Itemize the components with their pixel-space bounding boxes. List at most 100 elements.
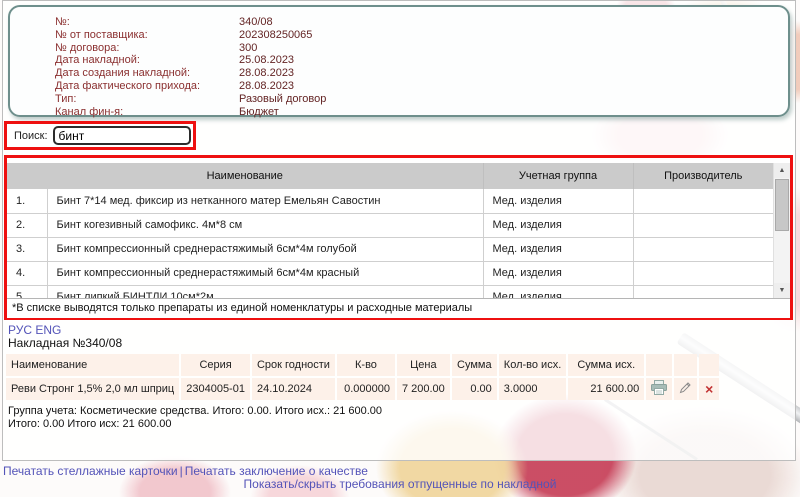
info-value: 28.08.2023: [239, 67, 294, 79]
row-manufacturer: [633, 261, 773, 285]
nomenclature-table: Наименование Учетная группа Производител…: [7, 163, 773, 298]
item-qty-out: 3.0000: [499, 378, 566, 400]
search-input[interactable]: [53, 126, 191, 145]
invoice-col-qty-out: Кол-во исх.: [499, 354, 566, 376]
print-shelf-cards-link[interactable]: Печатать стеллажные карточки: [3, 464, 178, 478]
print-quality-conclusion-link[interactable]: Печатать заключение о качестве: [185, 464, 368, 478]
table-row[interactable]: 3. Бинт компрессионный среднерастяжимый …: [7, 237, 773, 261]
row-number: 5.: [7, 285, 47, 298]
invoice-col-price: Цена: [397, 354, 450, 376]
info-row-type: Тип: Разовый договор: [10, 93, 788, 106]
row-name[interactable]: Бинт компрессионный среднерастяжимый 6см…: [47, 261, 483, 285]
info-row-contract-number: № договора: 300: [10, 42, 788, 55]
info-value: 25.08.2023: [239, 54, 294, 66]
info-row-supplier-number: № от поставщика: 202308250065: [10, 29, 788, 42]
row-name[interactable]: Бинт 7*14 мед. фиксир из нетканного мате…: [47, 189, 483, 213]
invoice-col-edit: [674, 354, 697, 376]
info-value: 202308250065: [239, 29, 312, 41]
table-row[interactable]: 5. Бинт липкий БИНТЛИ 10см*2м Мед. издел…: [7, 285, 773, 298]
delete-row-button[interactable]: ×: [699, 378, 719, 400]
search-results-viewport: Наименование Учетная группа Производител…: [7, 163, 790, 298]
delete-icon: ×: [705, 381, 713, 397]
info-row-actual-arrival-date: Дата фактического прихода: 28.08.2023: [10, 80, 788, 93]
link-separator: |: [180, 464, 183, 478]
item-price: 7 200.00: [397, 378, 450, 400]
invoice-col-expiry: Срок годности: [252, 354, 335, 376]
column-header-manufacturer[interactable]: Производитель: [633, 163, 773, 189]
scrollbar-thumb[interactable]: [775, 179, 789, 231]
info-row-funding-channel: Канал фин-я: Бюджет: [10, 106, 788, 119]
info-label: № от поставщика:: [55, 29, 148, 41]
invoice-col-delete: [699, 354, 719, 376]
info-label: № договора:: [55, 42, 119, 54]
info-label: Дата фактического прихода:: [55, 80, 200, 92]
item-qty: 0.000000: [337, 378, 395, 400]
column-header-group[interactable]: Учетная группа: [483, 163, 633, 189]
row-manufacturer: [633, 213, 773, 237]
row-manufacturer: [633, 189, 773, 213]
row-name[interactable]: Бинт когезивный самофикс. 4м*8 см: [47, 213, 483, 237]
item-expiry: 24.10.2024: [252, 378, 335, 400]
main-container: №: 340/08 № от поставщика: 202308250065 …: [2, 0, 796, 461]
column-header-name[interactable]: Наименование: [7, 163, 483, 189]
info-label: Дата создания накладной:: [55, 67, 190, 79]
item-sum: 0.00: [452, 378, 497, 400]
lang-rus-link[interactable]: РУС: [8, 323, 32, 337]
toggle-requirements-link[interactable]: Показать/скрыть требования отпущенные по…: [244, 477, 557, 491]
info-row-invoice-date: Дата накладной: 25.08.2023: [10, 54, 788, 67]
toggle-requirements-link-wrap: Показать/скрыть требования отпущенные по…: [0, 477, 800, 491]
row-manufacturer: [633, 237, 773, 261]
table-header-row: Наименование Учетная группа Производител…: [7, 163, 773, 189]
row-group: Мед. изделия: [483, 261, 633, 285]
row-group: Мед. изделия: [483, 213, 633, 237]
search-label: Поиск:: [14, 130, 48, 142]
invoice-col-print: [646, 354, 672, 376]
info-label: Канал фин-я:: [55, 106, 123, 118]
row-group: Мед. изделия: [483, 237, 633, 261]
scrollbar-down-icon[interactable]: ▼: [774, 283, 790, 298]
vertical-scrollbar[interactable]: ▲ ▼: [773, 163, 790, 298]
search-results-panel: Наименование Учетная группа Производител…: [4, 155, 793, 320]
group-total-line: Группа учета: Косметические средства. Ит…: [8, 405, 382, 417]
row-number: 1.: [7, 189, 47, 213]
print-row-button[interactable]: [646, 378, 672, 400]
info-value: 340/08: [239, 16, 273, 28]
lang-eng-link[interactable]: ENG: [35, 323, 61, 337]
row-name[interactable]: Бинт компрессионный среднерастяжимый 6см…: [47, 237, 483, 261]
invoice-col-name: Наименование: [6, 354, 179, 376]
invoice-col-sum-out: Сумма исх.: [568, 354, 644, 376]
info-label: Тип:: [55, 93, 76, 105]
info-row-number: №: 340/08: [10, 16, 788, 29]
info-row-created-date: Дата создания накладной: 28.08.2023: [10, 67, 788, 80]
info-value: 300: [239, 42, 257, 54]
invoice-item-row: Реви Стронг 1,5% 2,0 мл шприц 2304005-01…: [6, 378, 719, 400]
item-sum-out: 21 600.00: [568, 378, 644, 400]
info-value: Бюджет: [239, 106, 279, 118]
invoice-col-qty: К-во: [337, 354, 395, 376]
printer-icon: [651, 380, 667, 395]
row-manufacturer: [633, 285, 773, 298]
footer-print-links: Печатать стеллажные карточки|Печатать за…: [3, 464, 368, 478]
item-name: Реви Стронг 1,5% 2,0 мл шприц: [6, 378, 179, 400]
invoice-info-panel: №: 340/08 № от поставщика: 202308250065 …: [8, 5, 790, 117]
row-group: Мед. изделия: [483, 285, 633, 298]
edit-row-button[interactable]: [674, 378, 697, 400]
table-row[interactable]: 1. Бинт 7*14 мед. фиксир из нетканного м…: [7, 189, 773, 213]
invoice-col-series: Серия: [181, 354, 250, 376]
table-row[interactable]: 4. Бинт компрессионный среднерастяжимый …: [7, 261, 773, 285]
pencil-icon: [679, 381, 692, 394]
invoice-items-table: Наименование Серия Срок годности К-во Це…: [4, 352, 721, 402]
scrollbar-up-icon[interactable]: ▲: [774, 163, 790, 178]
row-number: 4.: [7, 261, 47, 285]
language-switcher: РУС ENG: [8, 323, 61, 337]
row-number: 3.: [7, 237, 47, 261]
info-value: Разовый договор: [239, 93, 326, 105]
list-footnote: *В списке выводятся только препараты из …: [7, 298, 790, 318]
row-number: 2.: [7, 213, 47, 237]
grand-total-line: Итого: 0.00 Итого исх: 21 600.00: [8, 418, 171, 430]
search-panel: Поиск:: [4, 121, 196, 150]
row-group: Мед. изделия: [483, 189, 633, 213]
item-series: 2304005-01: [181, 378, 250, 400]
row-name[interactable]: Бинт липкий БИНТЛИ 10см*2м: [47, 285, 483, 298]
table-row[interactable]: 2. Бинт когезивный самофикс. 4м*8 см Мед…: [7, 213, 773, 237]
